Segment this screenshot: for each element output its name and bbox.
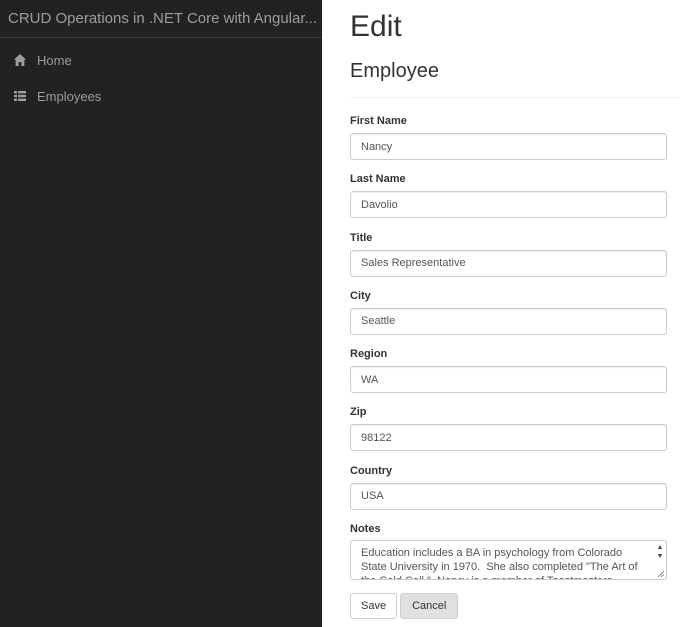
page-title: Edit xyxy=(350,10,402,43)
sidebar-item-label: Home xyxy=(37,52,72,68)
sidebar-nav: Home Employees xyxy=(0,38,322,114)
resize-grip-icon[interactable] xyxy=(656,569,665,578)
list-icon xyxy=(13,89,27,103)
scroll-down-icon[interactable]: ▼ xyxy=(657,552,664,561)
zip-label: Zip xyxy=(350,406,367,419)
region-field: Region xyxy=(350,347,667,405)
first-name-label: First Name xyxy=(350,115,407,127)
city-label: City xyxy=(350,289,371,302)
cancel-button[interactable]: Cancel xyxy=(400,593,459,619)
main-content: Edit Employee First Name Last Name Title… xyxy=(322,0,680,627)
save-button[interactable]: Save xyxy=(350,593,398,619)
country-input[interactable] xyxy=(350,482,667,510)
notes-textarea[interactable]: Education includes a BA in psychology fr… xyxy=(350,540,667,581)
sidebar-item-home[interactable]: Home xyxy=(0,42,322,78)
form-actions: Save Cancel xyxy=(350,593,461,619)
notes-field: Notes Education includes a BA in psychol… xyxy=(350,522,667,581)
region-input[interactable] xyxy=(350,366,667,394)
last-name-label: Last Name xyxy=(350,173,406,186)
notes-label: Notes xyxy=(350,523,381,536)
title-label: Title xyxy=(350,231,373,244)
app-brand[interactable]: CRUD Operations in .NET Core with Angula… xyxy=(0,0,322,38)
zip-input[interactable] xyxy=(350,424,667,452)
title-input[interactable] xyxy=(350,249,667,277)
first-name-input[interactable] xyxy=(350,133,667,160)
home-icon xyxy=(13,53,27,67)
sidebar: CRUD Operations in .NET Core with Angula… xyxy=(0,0,322,627)
title-field: Title xyxy=(350,231,667,289)
sidebar-item-label: Employees xyxy=(37,88,102,104)
employee-form: First Name Last Name Title City Region Z… xyxy=(350,114,667,581)
city-field: City xyxy=(350,289,667,347)
scroll-up-icon[interactable]: ▲ xyxy=(657,543,664,552)
notes-wrapper: Education includes a BA in psychology fr… xyxy=(350,540,667,581)
form-subtitle: Employee xyxy=(350,60,439,82)
sidebar-item-employees[interactable]: Employees xyxy=(0,78,322,114)
country-label: Country xyxy=(350,464,393,477)
region-label: Region xyxy=(350,348,388,361)
zip-field: Zip xyxy=(350,405,667,463)
country-field: Country xyxy=(350,464,667,522)
notes-scrollbar[interactable]: ▲ ▼ xyxy=(655,543,665,561)
city-input[interactable] xyxy=(350,307,667,335)
first-name-field: First Name xyxy=(350,114,667,172)
last-name-input[interactable] xyxy=(350,191,667,219)
last-name-field: Last Name xyxy=(350,172,667,230)
divider xyxy=(350,97,680,98)
